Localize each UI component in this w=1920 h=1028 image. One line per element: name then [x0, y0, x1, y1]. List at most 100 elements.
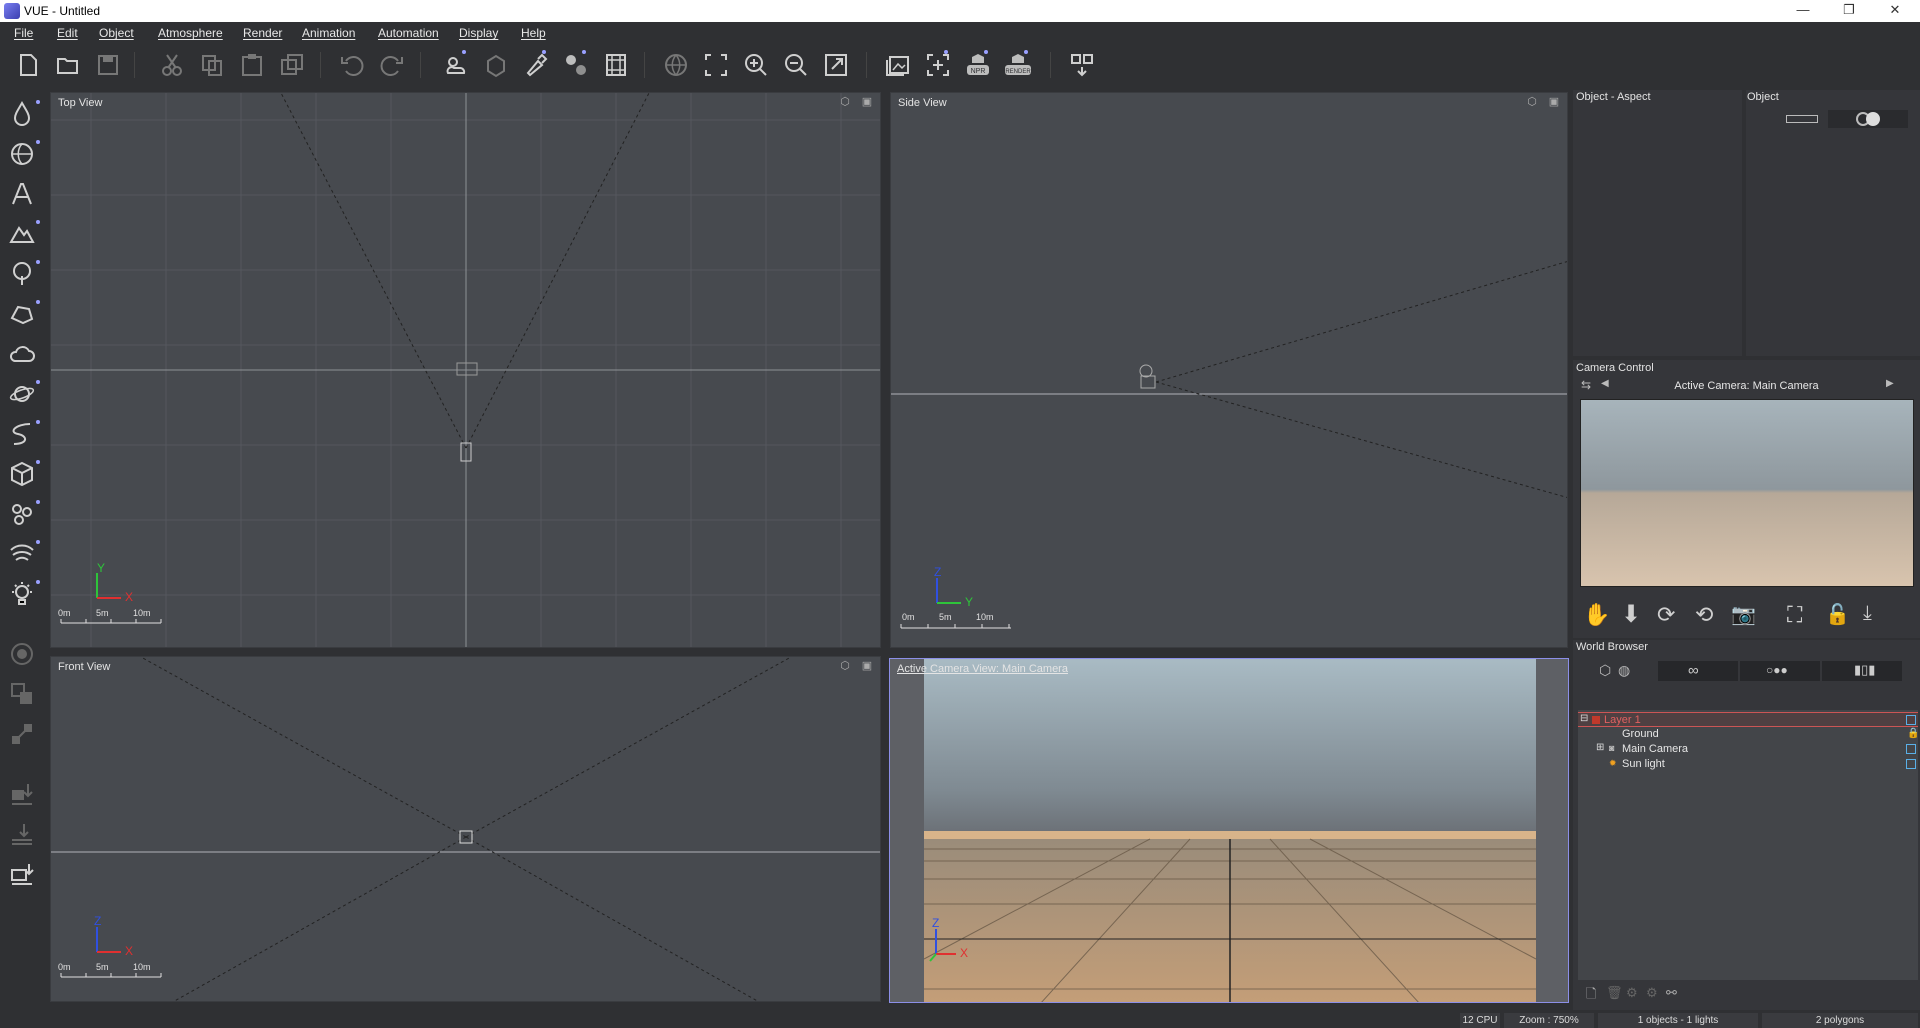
- tree-sun-row[interactable]: ✹ Sun light: [1578, 757, 1918, 772]
- filter-icon[interactable]: ⚙: [1646, 985, 1658, 1001]
- visibility-icon[interactable]: [1906, 715, 1916, 725]
- axis-label-z: Z: [94, 914, 102, 928]
- spheres-icon[interactable]: [560, 50, 592, 80]
- duplicate-icon[interactable]: [276, 50, 308, 80]
- wind-icon[interactable]: [6, 538, 38, 570]
- settings-icon[interactable]: ⚙: [1626, 985, 1638, 1001]
- lock-icon[interactable]: 🔓: [1825, 602, 1850, 627]
- lock-small-icon[interactable]: 🔒: [1907, 728, 1919, 739]
- view-cube-icon[interactable]: ⬡: [838, 96, 852, 108]
- visibility-icon[interactable]: [1906, 759, 1916, 769]
- new-layer-icon[interactable]: 🗋: [1586, 985, 1596, 1007]
- globe-icon[interactable]: [660, 50, 692, 80]
- expand-icon[interactable]: ⊞: [1596, 742, 1604, 753]
- close-button[interactable]: ✕: [1872, 0, 1918, 22]
- links-tab[interactable]: ∞: [1658, 661, 1738, 681]
- text-icon[interactable]: [6, 178, 38, 210]
- redo-icon[interactable]: [376, 50, 408, 80]
- move-down-icon[interactable]: ⬇: [1621, 600, 1641, 629]
- view-cube-icon[interactable]: ⬡: [1525, 96, 1539, 108]
- frame-icon[interactable]: ⛶: [1787, 602, 1802, 628]
- cube-icon[interactable]: [6, 458, 38, 490]
- rock-icon[interactable]: [6, 298, 38, 330]
- ruler-icon[interactable]: [1786, 115, 1818, 123]
- sphere-icon[interactable]: [6, 138, 38, 170]
- menu-object[interactable]: Object: [99, 26, 134, 40]
- objects-tab-icon[interactable]: ⬡: [1599, 662, 1611, 679]
- zoom-out-icon[interactable]: [780, 50, 812, 80]
- pan-hand-icon[interactable]: ✋: [1583, 602, 1610, 628]
- light-icon[interactable]: [6, 578, 38, 610]
- collapse-icon[interactable]: ⊟: [1580, 713, 1588, 724]
- link-icon[interactable]: [6, 718, 38, 750]
- maximize-view-icon[interactable]: [820, 50, 852, 80]
- library-tab[interactable]: ▮▯▮: [1822, 661, 1902, 681]
- menu-file[interactable]: File: [14, 26, 33, 40]
- materials-tab[interactable]: ○●●: [1740, 661, 1820, 681]
- front-viewport[interactable]: Front View ⬡ ▣ Z X 0m 5m 10m: [50, 656, 881, 1002]
- menu-render[interactable]: Render: [243, 26, 282, 40]
- menu-help[interactable]: Help: [521, 26, 546, 40]
- material-icon[interactable]: [480, 50, 512, 80]
- camera-drop-icon[interactable]: [6, 858, 38, 890]
- planet-icon[interactable]: [6, 378, 38, 410]
- tree-ground-row[interactable]: Ground 🔒: [1578, 727, 1919, 742]
- cloud-icon[interactable]: [6, 338, 38, 370]
- view-maximize-icon[interactable]: ▣: [860, 96, 874, 108]
- view-maximize-icon[interactable]: ▣: [1547, 96, 1561, 108]
- camera-viewport[interactable]: Active Camera View: Main Camera Z X: [889, 658, 1569, 1003]
- render-image-icon[interactable]: [882, 50, 914, 80]
- maximize-button[interactable]: ❐: [1826, 0, 1872, 22]
- drop-icon[interactable]: [6, 778, 38, 810]
- store-icon[interactable]: ⤓: [1863, 602, 1872, 625]
- materials-tab-icon[interactable]: ◍: [1618, 662, 1630, 679]
- roll-icon[interactable]: ⟲: [1695, 602, 1713, 628]
- undo-icon[interactable]: [336, 50, 368, 80]
- share-icon[interactable]: ⚯: [1666, 985, 1677, 1001]
- group-icon[interactable]: [6, 678, 38, 710]
- npr-render-icon[interactable]: NPR: [962, 50, 994, 80]
- menu-automation[interactable]: Automation: [378, 26, 439, 40]
- render-icon[interactable]: RENDER: [1002, 50, 1034, 80]
- next-camera-icon[interactable]: ▶: [1886, 378, 1894, 389]
- panels-icon[interactable]: [1066, 50, 1098, 80]
- side-viewport[interactable]: Side View ⬡ ▣ Z Y 0m 5m 10m: [890, 92, 1568, 648]
- view-maximize-icon[interactable]: ▣: [860, 660, 874, 672]
- minimize-button[interactable]: —: [1780, 0, 1826, 22]
- path-icon[interactable]: [6, 418, 38, 450]
- atmosphere-icon[interactable]: [440, 50, 472, 80]
- film-icon[interactable]: [600, 50, 632, 80]
- camera-view-title[interactable]: Active Camera View: Main Camera: [897, 663, 1068, 675]
- menu-animation[interactable]: Animation: [302, 26, 355, 40]
- zoom-in-icon[interactable]: [740, 50, 772, 80]
- menu-display[interactable]: Display: [459, 26, 498, 40]
- brush-icon[interactable]: [520, 50, 552, 80]
- orbit-icon[interactable]: ⟳: [1657, 602, 1675, 628]
- menu-edit[interactable]: Edit: [57, 26, 78, 40]
- save-icon[interactable]: [92, 50, 124, 80]
- open-icon[interactable]: [52, 50, 84, 80]
- display-mode-toggle[interactable]: [1828, 110, 1908, 128]
- ecosystem-icon[interactable]: [6, 498, 38, 530]
- render-area-icon[interactable]: [922, 50, 954, 80]
- tree-camera-row[interactable]: ⊞ ◙ Main Camera: [1578, 742, 1918, 757]
- visibility-icon[interactable]: [1906, 744, 1916, 754]
- new-icon[interactable]: [12, 50, 44, 80]
- delete-icon[interactable]: 🗑: [1606, 985, 1623, 1001]
- fit-view-icon[interactable]: [700, 50, 732, 80]
- terrain-icon[interactable]: [6, 218, 38, 250]
- view-cube-icon[interactable]: ⬡: [838, 660, 852, 672]
- top-viewport[interactable]: Top View ⬡ ▣ Y X 0m 5m 10m: [50, 92, 881, 648]
- camera-icon[interactable]: 📷: [1731, 602, 1756, 627]
- objects-status: 1 objects - 1 lights: [1598, 1013, 1758, 1028]
- tree-layer-row[interactable]: ⊟ Layer 1: [1578, 712, 1918, 727]
- boolean-icon[interactable]: [6, 638, 38, 670]
- copy-icon[interactable]: [196, 50, 228, 80]
- menu-atmosphere[interactable]: Atmosphere: [158, 26, 223, 40]
- paste-icon[interactable]: [236, 50, 268, 80]
- tree-icon[interactable]: [6, 258, 38, 290]
- svg-text:NPR: NPR: [971, 68, 986, 75]
- align-icon[interactable]: [6, 818, 38, 850]
- water-icon[interactable]: [6, 98, 38, 130]
- cut-icon[interactable]: [156, 50, 188, 80]
